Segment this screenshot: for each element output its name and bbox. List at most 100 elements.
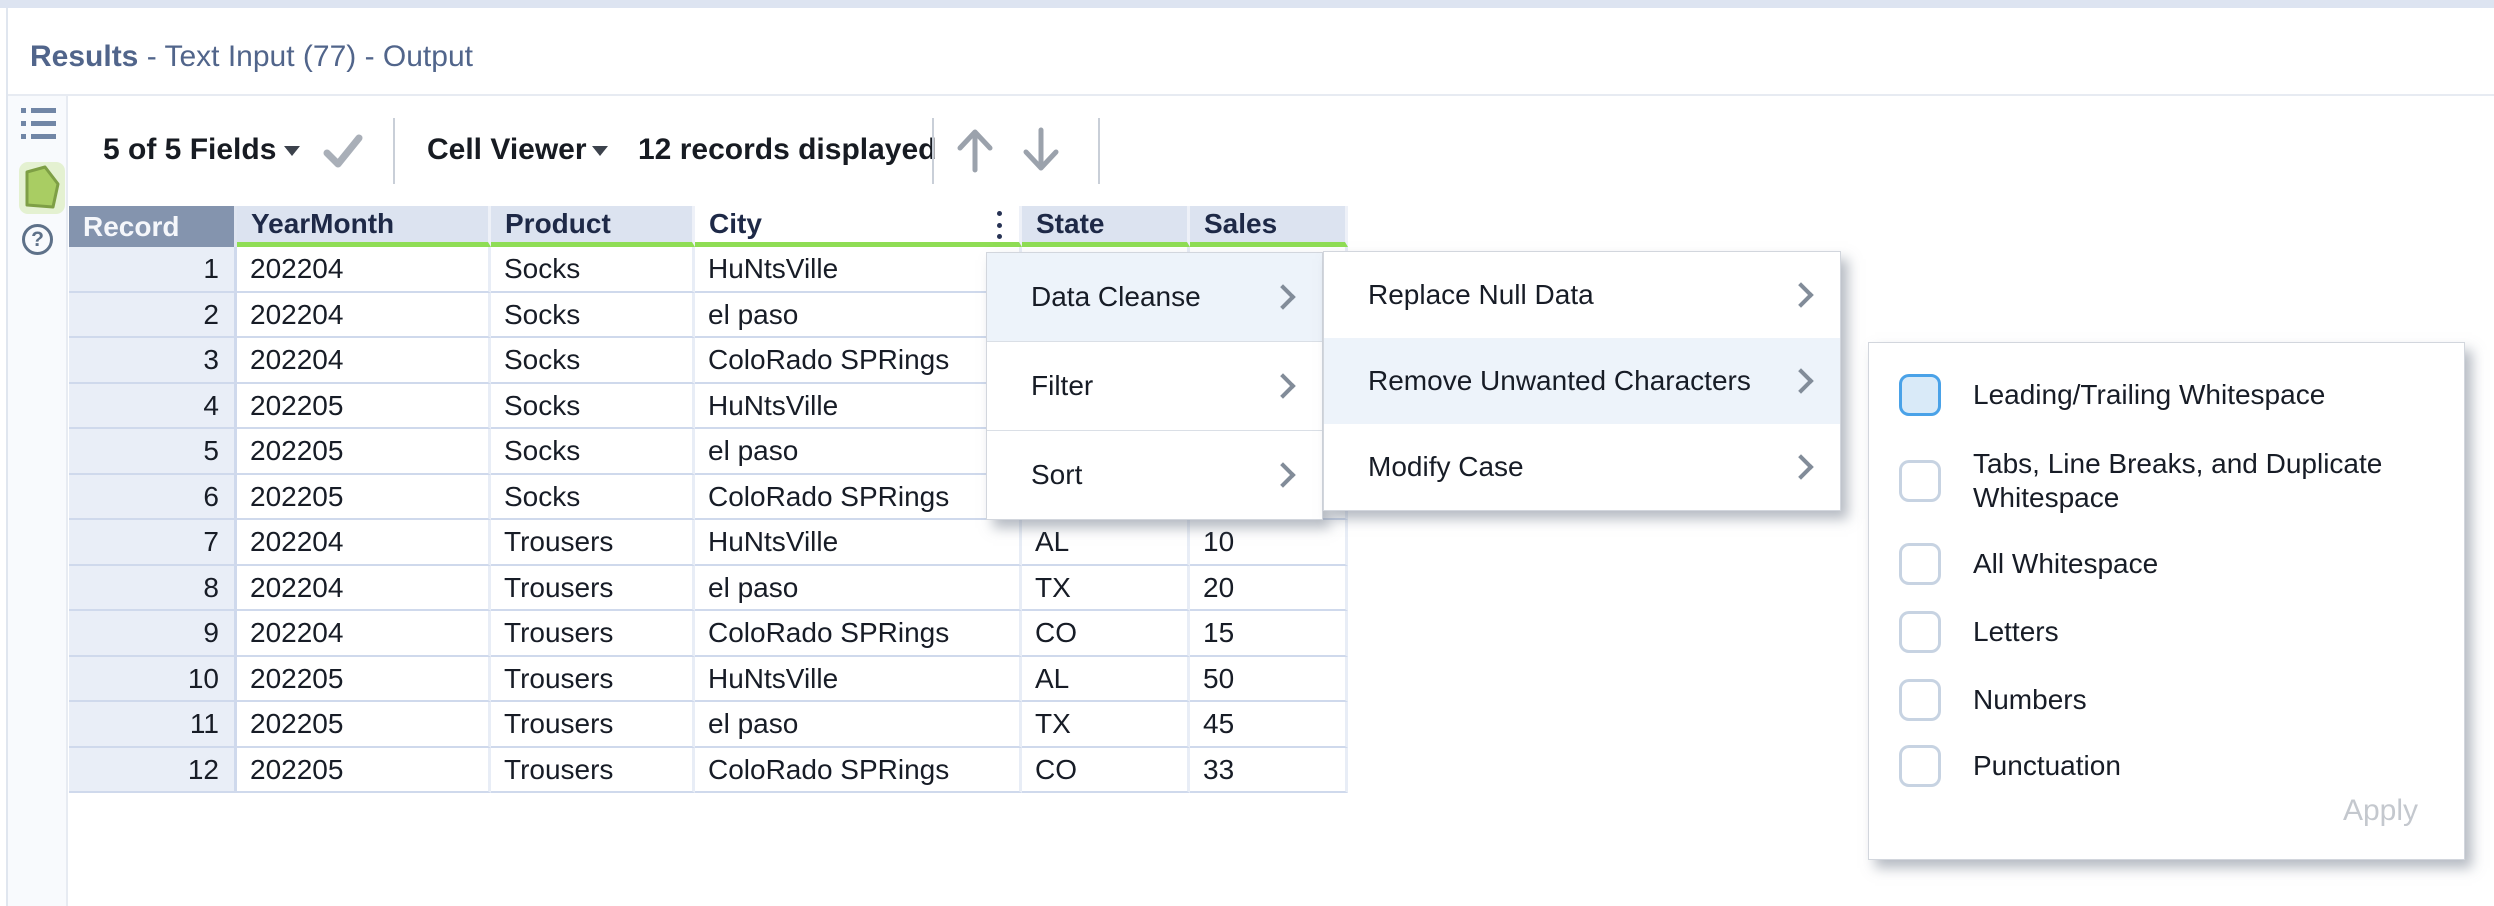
checkbox-numbers[interactable]: [1899, 679, 1941, 721]
column-header-product[interactable]: Product: [491, 206, 695, 247]
menu-item-sort[interactable]: Sort: [987, 431, 1322, 519]
column-menu-kebab-icon[interactable]: [997, 211, 1003, 239]
cell-city[interactable]: HuNtsVille: [695, 384, 1022, 430]
cell-product[interactable]: Trousers: [491, 611, 695, 657]
list-icon-row: [21, 134, 56, 139]
cell-product[interactable]: Socks: [491, 338, 695, 384]
cell-product[interactable]: Trousers: [491, 657, 695, 703]
cell-state[interactable]: TX: [1022, 566, 1190, 612]
apply-button[interactable]: Apply: [2343, 783, 2418, 839]
cell-record[interactable]: 7: [69, 520, 237, 566]
column-header-record[interactable]: Record: [69, 206, 237, 247]
menu-item-filter[interactable]: Filter: [987, 342, 1322, 430]
cell-city[interactable]: el paso: [695, 293, 1022, 339]
cell-sales[interactable]: 10: [1190, 520, 1348, 566]
cell-yearmonth[interactable]: 202205: [237, 475, 491, 521]
cell-product[interactable]: Socks: [491, 384, 695, 430]
cell-yearmonth[interactable]: 202204: [237, 247, 491, 293]
cell-product[interactable]: Socks: [491, 475, 695, 521]
cell-city[interactable]: ColoRado SPRings: [695, 611, 1022, 657]
cell-yearmonth[interactable]: 202204: [237, 566, 491, 612]
cell-yearmonth[interactable]: 202205: [237, 657, 491, 703]
option-tabs-line-breaks-duplicate-whitespace[interactable]: Tabs, Line Breaks, and Duplicate Whitesp…: [1899, 437, 2443, 525]
cell-city[interactable]: HuNtsVille: [695, 247, 1022, 293]
option-numbers[interactable]: Numbers: [1899, 673, 2087, 727]
fields-caret-icon[interactable]: [284, 146, 300, 156]
cell-product[interactable]: Socks: [491, 293, 695, 339]
cell-yearmonth[interactable]: 202205: [237, 748, 491, 794]
cell-city[interactable]: el paso: [695, 429, 1022, 475]
cell-yearmonth[interactable]: 202205: [237, 702, 491, 748]
cell-yearmonth[interactable]: 202205: [237, 429, 491, 475]
option-all-whitespace[interactable]: All Whitespace: [1899, 537, 2158, 591]
option-letters[interactable]: Letters: [1899, 605, 2059, 659]
cell-yearmonth[interactable]: 202204: [237, 520, 491, 566]
cell-sales[interactable]: 20: [1190, 566, 1348, 612]
checkbox-all-whitespace[interactable]: [1899, 543, 1941, 585]
cell-record[interactable]: 3: [69, 338, 237, 384]
cell-city[interactable]: el paso: [695, 702, 1022, 748]
cell-yearmonth[interactable]: 202204: [237, 611, 491, 657]
cell-city[interactable]: ColoRado SPRings: [695, 475, 1022, 521]
checkbox-letters[interactable]: [1899, 611, 1941, 653]
option-punctuation[interactable]: Punctuation: [1899, 739, 2121, 793]
cell-record[interactable]: 6: [69, 475, 237, 521]
cell-record[interactable]: 2: [69, 293, 237, 339]
cell-product[interactable]: Trousers: [491, 566, 695, 612]
cell-product[interactable]: Trousers: [491, 520, 695, 566]
cell-record[interactable]: 1: [69, 247, 237, 293]
cell-record[interactable]: 8: [69, 566, 237, 612]
menu-item-data-cleanse[interactable]: Data Cleanse: [987, 253, 1322, 341]
checkbox-tabs-line-breaks[interactable]: [1899, 460, 1941, 502]
cell-city[interactable]: ColoRado SPRings: [695, 338, 1022, 384]
option-leading-trailing-whitespace[interactable]: Leading/Trailing Whitespace: [1899, 369, 2325, 421]
fields-dropdown[interactable]: 5 of 5 Fields: [103, 128, 276, 172]
cell-state[interactable]: TX: [1022, 702, 1190, 748]
cell-product[interactable]: Socks: [491, 429, 695, 475]
cell-record[interactable]: 5: [69, 429, 237, 475]
menu-item-replace-null-data[interactable]: Replace Null Data: [1324, 252, 1840, 338]
checkbox-leading-trailing-whitespace[interactable]: [1899, 374, 1941, 416]
cell-city[interactable]: el paso: [695, 566, 1022, 612]
menu-item-modify-case[interactable]: Modify Case: [1324, 424, 1840, 510]
scroll-down-icon[interactable]: [1018, 126, 1064, 174]
output-anchor-icon[interactable]: [19, 162, 65, 214]
cell-sales[interactable]: 15: [1190, 611, 1348, 657]
cell-record[interactable]: 4: [69, 384, 237, 430]
column-header-state[interactable]: State: [1022, 206, 1190, 247]
window-top-strip: [0, 0, 2494, 8]
menu-item-remove-unwanted-characters[interactable]: Remove Unwanted Characters: [1324, 338, 1840, 424]
metadata-list-icon[interactable]: [21, 108, 56, 139]
checkbox-punctuation[interactable]: [1899, 745, 1941, 787]
help-icon[interactable]: ?: [22, 224, 53, 255]
cell-record[interactable]: 11: [69, 702, 237, 748]
cell-yearmonth[interactable]: 202204: [237, 338, 491, 384]
cell-state[interactable]: CO: [1022, 611, 1190, 657]
cell-state[interactable]: AL: [1022, 657, 1190, 703]
cell-city[interactable]: ColoRado SPRings: [695, 748, 1022, 794]
cell-product[interactable]: Trousers: [491, 702, 695, 748]
scroll-up-icon[interactable]: [952, 126, 998, 174]
cell-yearmonth[interactable]: 202205: [237, 384, 491, 430]
cell-record[interactable]: 9: [69, 611, 237, 657]
cell-record[interactable]: 10: [69, 657, 237, 703]
column-header-city[interactable]: City: [695, 206, 1022, 247]
apply-check-icon[interactable]: [320, 130, 366, 172]
cell-state[interactable]: AL: [1022, 520, 1190, 566]
submenu-chevron-icon: [1788, 454, 1813, 479]
cell-record[interactable]: 12: [69, 748, 237, 794]
cell-product[interactable]: Trousers: [491, 748, 695, 794]
cell-city[interactable]: HuNtsVille: [695, 520, 1022, 566]
column-header-yearmonth[interactable]: YearMonth: [237, 206, 491, 247]
cell-viewer-dropdown[interactable]: Cell Viewer: [427, 128, 587, 172]
column-header-sales[interactable]: Sales: [1190, 206, 1348, 247]
cell-sales[interactable]: 50: [1190, 657, 1348, 703]
cell-sales[interactable]: 45: [1190, 702, 1348, 748]
cell-sales[interactable]: 33: [1190, 748, 1348, 794]
cell-product[interactable]: Socks: [491, 247, 695, 293]
cell-city[interactable]: HuNtsVille: [695, 657, 1022, 703]
cell-yearmonth[interactable]: 202204: [237, 293, 491, 339]
cell-viewer-caret-icon[interactable]: [592, 146, 608, 156]
table-row: 12 202205 Trousers ColoRado SPRings CO 3…: [69, 748, 1348, 794]
cell-state[interactable]: CO: [1022, 748, 1190, 794]
